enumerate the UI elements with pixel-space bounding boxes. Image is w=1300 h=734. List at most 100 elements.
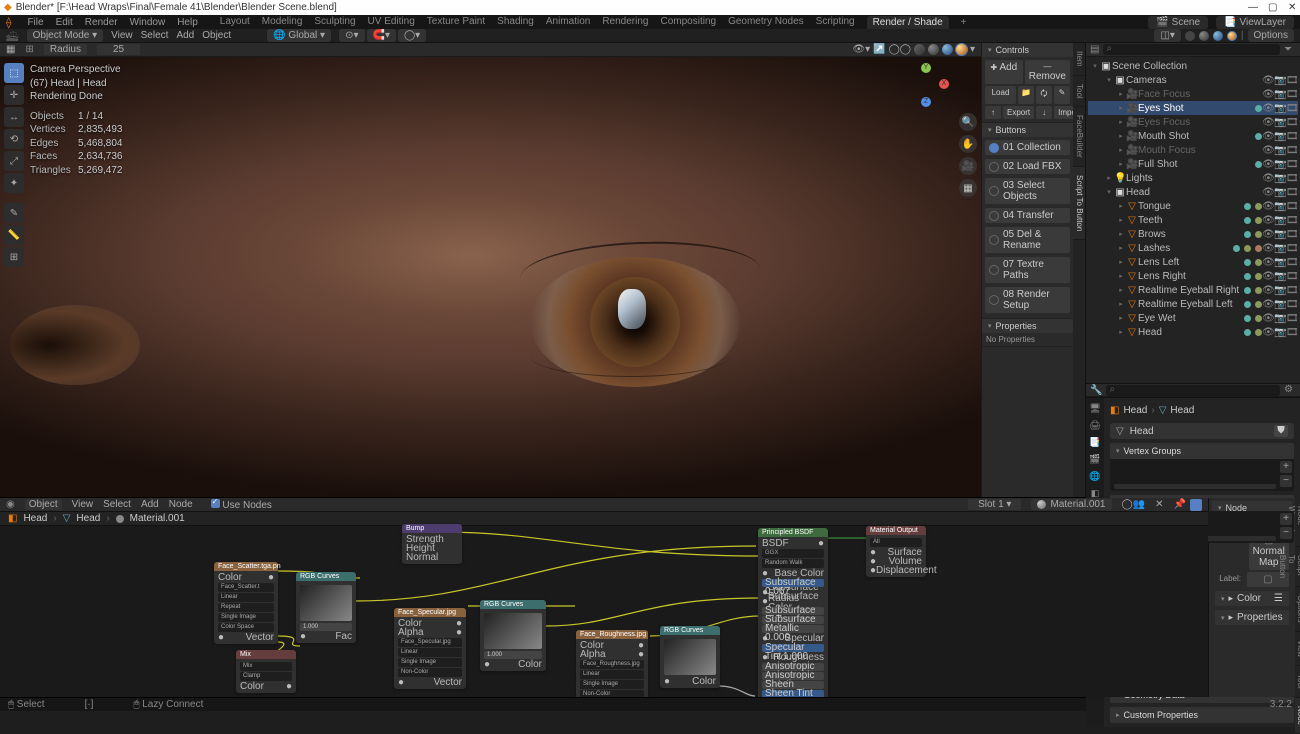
ne-menu-select[interactable]: Select: [103, 499, 131, 510]
btn-load-folder-icon[interactable]: 📁: [1018, 86, 1034, 104]
workspace-tab-compositing[interactable]: Compositing: [660, 16, 716, 29]
radius-field[interactable]: 25: [97, 44, 140, 55]
script-button-03-select-objects[interactable]: 03 Select Objects: [985, 178, 1070, 204]
workspace-tab-shading[interactable]: Shading: [497, 16, 534, 29]
prop-tab-viewlayer[interactable]: 📑: [1087, 434, 1103, 450]
npanel-tab-tool[interactable]: Tool: [1073, 76, 1085, 108]
ne-tab-script-to-button[interactable]: Script To Button: [1295, 547, 1300, 587]
pivot-dropdown[interactable]: ⊙▾: [339, 29, 364, 42]
header-menu-object[interactable]: Object: [202, 30, 231, 41]
vp-gizmo-toggle[interactable]: ↗️: [873, 44, 885, 55]
ne-menu-node[interactable]: Node: [169, 499, 193, 510]
tool-measure[interactable]: 📏: [4, 225, 24, 245]
slot-dropdown[interactable]: Slot 1 ▾: [968, 499, 1021, 510]
node-canvas[interactable]: Bump Strength Height Normal Face_Scatter…: [0, 526, 1208, 697]
axis-z[interactable]: Z: [921, 97, 931, 107]
menu-file[interactable]: File: [27, 17, 43, 28]
shading-solid[interactable]: [1199, 31, 1209, 41]
editor-type-icon[interactable]: 𓊝: [6, 28, 19, 44]
header-menu-add[interactable]: Add: [176, 30, 194, 41]
axis-y[interactable]: Y: [921, 63, 931, 73]
panel-controls-header[interactable]: Controls: [982, 43, 1073, 57]
workspace-tab-animation[interactable]: Animation: [546, 16, 590, 29]
outliner-search[interactable]: [1103, 44, 1280, 55]
vp-shading-rendered[interactable]: [956, 44, 967, 55]
ne-editor-icon[interactable]: ◉: [6, 499, 15, 510]
ne-backdrop-icon[interactable]: [1190, 499, 1202, 511]
ne-tab-view[interactable]: View: [1295, 632, 1300, 666]
ne-tab-node[interactable]: Node: [1295, 698, 1300, 734]
tool-cursor[interactable]: ✛: [4, 85, 24, 105]
outliner-item-realtime-eyeball-left[interactable]: ▸▽Realtime Eyeball Left👁📷🎞: [1088, 297, 1298, 311]
prop-crumb-obj[interactable]: Head: [1123, 405, 1147, 416]
add-workspace-button[interactable]: +: [961, 17, 967, 28]
snap-toggle[interactable]: 🧲▾: [367, 29, 396, 42]
ne-crumb-mesh[interactable]: Head: [76, 513, 100, 524]
node-principled-bsdf[interactable]: Principled BSDF BSDF● GGX Random Walk ●B…: [758, 528, 828, 697]
mode-dropdown[interactable]: Object Mode ▾: [27, 29, 104, 42]
outliner-filter-icon[interactable]: ⏷: [1284, 44, 1296, 56]
vp-shading-wire[interactable]: [914, 44, 925, 55]
script-button-05-del-rename[interactable]: 05 Del & Rename: [985, 227, 1070, 253]
header-menu-view[interactable]: View: [111, 30, 133, 41]
workspace-tab-sculpting[interactable]: Sculpting: [314, 16, 355, 29]
props-search[interactable]: [1106, 385, 1280, 396]
script-button-02-load-fbx[interactable]: 02 Load FBX: [985, 159, 1070, 174]
nav-persp[interactable]: ▦: [959, 179, 977, 197]
script-button-04-transfer[interactable]: 04 Transfer: [985, 208, 1070, 223]
tool-annotate[interactable]: ✎: [4, 203, 24, 223]
workspace-tab-geometry-nodes[interactable]: Geometry Nodes: [728, 16, 804, 29]
menu-edit[interactable]: Edit: [56, 17, 73, 28]
tool-scale[interactable]: ⤢: [4, 151, 24, 171]
minimize-button[interactable]: —: [1248, 2, 1256, 13]
menu-render[interactable]: Render: [85, 17, 118, 28]
props-filter-icon[interactable]: ⚙: [1284, 384, 1296, 396]
ne-menu-view[interactable]: View: [72, 499, 94, 510]
material-field[interactable]: Material.001: [1031, 499, 1111, 510]
workspace-tab-scripting[interactable]: Scripting: [816, 16, 855, 29]
outliner-item-lights[interactable]: ▸💡Lights👁📷🎞: [1088, 171, 1298, 185]
outliner-root[interactable]: Scene Collection: [1112, 61, 1296, 72]
ne-tab-options[interactable]: Options: [1295, 587, 1300, 632]
vp-editor-icon[interactable]: ▦: [6, 44, 15, 55]
outliner-item-lens-right[interactable]: ▸▽Lens Right👁📷🎞: [1088, 269, 1298, 283]
btn-add[interactable]: ✚ Add: [985, 60, 1023, 84]
outliner-item-eyes-focus[interactable]: ▸🎥Eyes Focus👁📷🎞: [1088, 115, 1298, 129]
script-button-07-textre-paths[interactable]: 07 Textre Paths: [985, 257, 1070, 283]
btn-remove[interactable]: — Remove: [1025, 60, 1070, 84]
node-value[interactable]: Mix Mix Clamp Color●: [236, 650, 296, 693]
workspace-tab-render-shade[interactable]: Render / Shade: [867, 16, 949, 29]
scene-field[interactable]: 🎬Scene: [1148, 16, 1208, 29]
prop-tab-world[interactable]: 🌐: [1087, 468, 1103, 484]
outliner-item-eyes-shot[interactable]: ▸🎥Eyes Shot👁📷🎞: [1088, 101, 1298, 115]
outliner-item-realtime-eyeball-right[interactable]: ▸▽Realtime Eyeball Right👁📷🎞: [1088, 283, 1298, 297]
prop-crumb-mesh[interactable]: Head: [1170, 405, 1194, 416]
ne-pin-icon[interactable]: 📌: [1174, 499, 1186, 510]
vp-shading-solid[interactable]: [928, 44, 939, 55]
outliner-item-cameras[interactable]: ▾▣Cameras👁📷🎞: [1088, 73, 1298, 87]
outliner-item-head[interactable]: ▸▽Head👁📷🎞: [1088, 325, 1298, 339]
ne-crumb-mat[interactable]: Material.001: [130, 513, 185, 524]
shading-wireframe[interactable]: [1185, 31, 1195, 41]
viewlayer-field[interactable]: 📑ViewLayer: [1216, 16, 1294, 29]
shading-rendered[interactable]: [1227, 31, 1237, 41]
maximize-button[interactable]: ▢: [1268, 2, 1276, 13]
btn-exp-up-icon[interactable]: ↑: [985, 106, 1001, 119]
tool-transform[interactable]: ✦: [4, 173, 24, 193]
btn-load[interactable]: Load: [985, 86, 1016, 104]
ne-tab-tool[interactable]: Tool: [1295, 666, 1300, 698]
outliner-editor-icon[interactable]: ▤: [1090, 44, 1099, 55]
node-bump[interactable]: Bump Strength Height Normal: [402, 524, 462, 564]
mat-unlink-icon[interactable]: ◯👥: [1122, 499, 1146, 510]
nav-camera[interactable]: 🎥: [959, 157, 977, 175]
use-nodes-checkbox[interactable]: [211, 499, 220, 508]
prop-tab-scene[interactable]: 🎬: [1087, 451, 1103, 467]
menu-help[interactable]: Help: [177, 17, 198, 28]
header-menu-select[interactable]: Select: [141, 30, 169, 41]
workspace-tab-rendering[interactable]: Rendering: [602, 16, 648, 29]
node-rgb-curves-1[interactable]: RGB Curves 1.000 ●Fac: [296, 572, 356, 643]
script-button-01-collection[interactable]: 01 Collection: [985, 140, 1070, 155]
workspace-tab-modeling[interactable]: Modeling: [262, 16, 303, 29]
outliner-item-full-shot[interactable]: ▸🎥Full Shot👁📷🎞: [1088, 157, 1298, 171]
workspace-tab-layout[interactable]: Layout: [220, 16, 250, 29]
